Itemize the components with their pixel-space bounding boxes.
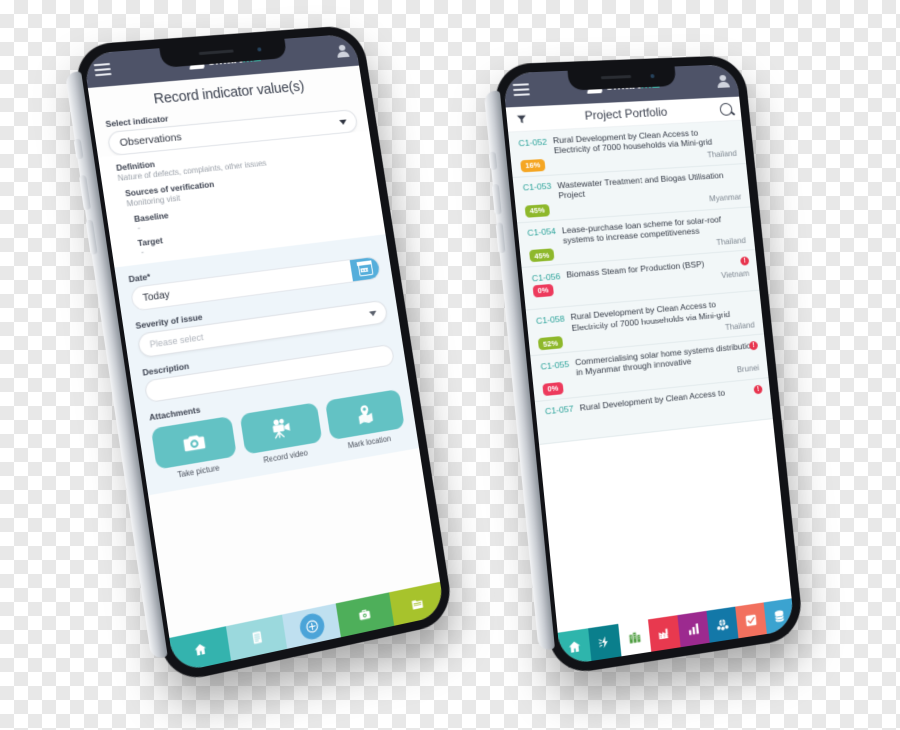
- project-list: C1-052 Rural Development by Clean Access…: [508, 120, 773, 445]
- project-code: C1-053: [522, 181, 552, 193]
- hamburger-menu-icon[interactable]: [93, 62, 112, 77]
- bar-chart-icon: [688, 623, 699, 636]
- project-country: Thailand: [724, 320, 756, 332]
- document-list-icon: [251, 631, 262, 645]
- project-code: C1-052: [517, 136, 548, 148]
- search-icon[interactable]: [719, 102, 733, 116]
- plug-power-icon: [597, 636, 609, 650]
- calendar-icon: [357, 261, 374, 277]
- database-icon: [772, 609, 787, 623]
- attachment-take-picture[interactable]: Take picture: [150, 415, 239, 483]
- list-item[interactable]: ! C1-057 Rural Development by Clean Acce…: [534, 377, 773, 445]
- video-camera-icon: [269, 418, 290, 440]
- tab-data[interactable]: [763, 598, 796, 635]
- phone-mockup-right: smartME Project Portfolio C1-052 Rural D…: [483, 54, 805, 677]
- tab-analytics[interactable]: [677, 610, 710, 648]
- tab-buildings[interactable]: [618, 619, 652, 657]
- project-country: Vietnam: [720, 269, 750, 281]
- plus-icon: [304, 618, 318, 634]
- folder-icon: [411, 598, 424, 610]
- tab-energy[interactable]: [588, 623, 622, 662]
- project-country: Myanmar: [708, 192, 742, 204]
- select-indicator-value: Observations: [118, 131, 183, 150]
- phone-mockup-left: smartME Record indicator value(s) Select…: [64, 24, 455, 685]
- project-country: Brunei: [736, 363, 760, 375]
- user-avatar-icon[interactable]: [336, 44, 350, 57]
- home-icon: [568, 640, 581, 653]
- project-code: C1-058: [535, 313, 566, 326]
- project-country: Thailand: [715, 235, 747, 247]
- user-avatar-icon[interactable]: [716, 74, 729, 87]
- checklist-icon: [745, 614, 757, 627]
- page-title: Project Portfolio: [584, 104, 668, 123]
- project-country: Thailand: [706, 149, 738, 160]
- project-code: C1-055: [540, 358, 570, 372]
- chevron-down-icon: [368, 310, 377, 316]
- funnel-filter-icon[interactable]: [516, 113, 528, 125]
- home-icon: [194, 642, 207, 656]
- mockup-stage: smartME Record indicator value(s) Select…: [0, 0, 900, 730]
- people-globe-icon: [717, 617, 729, 631]
- factory-icon: [658, 628, 672, 640]
- progress-badge: 0%: [532, 283, 554, 298]
- briefcase-camera-icon: [359, 606, 371, 621]
- project-code: C1-054: [526, 225, 557, 238]
- progress-badge: 52%: [537, 336, 564, 351]
- project-title: Rural Development by Clean Access to: [579, 387, 726, 413]
- tab-tasks[interactable]: [735, 602, 767, 639]
- add-circle-icon[interactable]: [297, 611, 326, 642]
- map-pin-icon: [358, 404, 374, 425]
- attachment-mark-location[interactable]: Mark location: [324, 389, 407, 452]
- progress-badge: 0%: [542, 381, 564, 396]
- tab-industry[interactable]: [647, 615, 681, 652]
- phone-screen: smartME Record indicator value(s) Select…: [82, 33, 446, 674]
- building-icon: [627, 630, 642, 644]
- project-code: C1-057: [544, 403, 575, 417]
- progress-badge: 45%: [529, 248, 555, 263]
- attachment-record-video[interactable]: Record video: [239, 402, 325, 467]
- tab-stakeholders[interactable]: [706, 606, 739, 643]
